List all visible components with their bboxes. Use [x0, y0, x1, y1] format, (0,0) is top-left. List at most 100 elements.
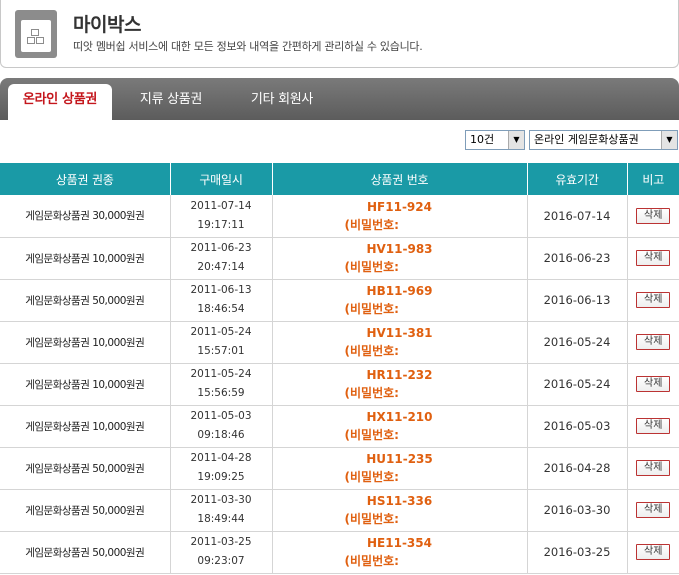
giftcard-password-label: (비밀번호:	[344, 344, 399, 358]
delete-button[interactable]: 삭제	[636, 460, 671, 476]
tab-bar: 온라인 상품권 지류 상품권 기타 회원사	[0, 78, 679, 120]
valid-until: 2016-03-25	[527, 531, 628, 574]
purchase-time: 20:47:14	[197, 261, 245, 273]
purchase-date: 2011-05-03	[190, 410, 252, 422]
giftcard-kind: 게임문화상품권 10,000원권	[0, 363, 171, 406]
page-size-value: 10건	[470, 133, 495, 146]
purchase-date: 2011-05-24	[190, 368, 252, 380]
giftcard-password-label: (비밀번호:	[344, 512, 399, 526]
purchase-date: 2011-06-13	[190, 284, 252, 296]
col-kind: 상품권 권종	[0, 163, 171, 195]
delete-button[interactable]: 삭제	[636, 292, 671, 308]
giftcard-code: HX11-210	[366, 410, 433, 424]
purchase-datetime: 2011-07-14 19:17:11	[170, 195, 273, 238]
giftcard-kind: 게임문화상품권 10,000원권	[0, 237, 171, 280]
giftcard-kind: 게임문화상품권 10,000원권	[0, 405, 171, 448]
giftcard-code: HV11-983	[366, 242, 433, 256]
giftcard-password-label: (비밀번호:	[344, 554, 399, 568]
purchase-time: 18:49:44	[197, 513, 245, 525]
purchase-date: 2011-04-28	[190, 452, 252, 464]
purchase-time: 19:09:25	[197, 471, 245, 483]
category-select[interactable]: 온라인 게임문화상품권 ▼	[529, 130, 678, 150]
tab-other-members[interactable]: 기타 회원사	[236, 88, 328, 120]
giftcard-kind: 게임문화상품권 50,000원권	[0, 489, 171, 532]
purchase-datetime: 2011-05-24 15:57:01	[170, 321, 273, 364]
col-purchase-date: 구매일시	[170, 163, 273, 195]
table-row: 게임문화상품권 50,000원권 2011-06-13 18:46:54 HB11-9…	[0, 279, 679, 322]
giftcard-kind: 게임문화상품권 50,000원권	[0, 447, 171, 490]
purchase-time: 09:18:46	[197, 429, 245, 441]
note-cell: 삭제	[627, 405, 679, 448]
table-header-row: 상품권 권종 구매일시 상품권 번호 유효기간 비고	[0, 163, 679, 195]
giftcard-password-label: (비밀번호:	[344, 217, 399, 232]
purchase-datetime: 2011-06-23 20:47:14	[170, 237, 273, 280]
delete-button[interactable]: 삭제	[636, 418, 671, 434]
giftcard-number: HV11-983 (비밀번호:	[272, 237, 528, 280]
giftcard-number: HV11-381 (비밀번호:	[272, 321, 528, 364]
giftcard-number: HR11-232 (비밀번호:	[272, 363, 528, 406]
purchase-datetime: 2011-06-13 18:46:54	[170, 279, 273, 322]
purchase-date: 2011-07-14	[190, 199, 252, 212]
giftcard-password-label: (비밀번호:	[344, 386, 399, 400]
note-cell: 삭제	[627, 321, 679, 364]
chevron-down-icon: ▼	[661, 131, 677, 149]
valid-until: 2016-07-14	[527, 195, 628, 238]
note-cell: 삭제	[627, 279, 679, 322]
giftcard-kind: 게임문화상품권 10,000원권	[0, 321, 171, 364]
giftcard-number: HF11-924 (비밀번호:	[272, 195, 528, 238]
purchase-datetime: 2011-03-25 09:23:07	[170, 531, 273, 574]
giftcard-code: HU11-235	[366, 452, 433, 466]
giftcard-code: HR11-232	[366, 368, 433, 382]
table-row: 게임문화상품권 10,000원권 2011-06-23 20:47:14 HV11-9…	[0, 237, 679, 280]
purchase-time: 18:46:54	[197, 303, 245, 315]
col-card-number: 상품권 번호	[272, 163, 528, 195]
table-row: 게임문화상품권 10,000원권 2011-05-24 15:57:01 HV11-3…	[0, 321, 679, 364]
note-cell: 삭제	[627, 195, 679, 238]
giftcard-number: HX11-210 (비밀번호:	[272, 405, 528, 448]
chevron-down-icon: ▼	[508, 131, 524, 149]
tab-paper-giftcard[interactable]: 지류 상품권	[124, 88, 218, 120]
giftcard-number: HU11-235 (비밀번호:	[272, 447, 528, 490]
table-row: 게임문화상품권 50,000원권 2011-03-25 09:23:07 HE11-3…	[0, 531, 679, 574]
valid-until: 2016-03-30	[527, 489, 628, 532]
giftcard-password-label: (비밀번호:	[344, 302, 399, 316]
delete-button[interactable]: 삭제	[636, 207, 671, 224]
purchase-datetime: 2011-04-28 19:09:25	[170, 447, 273, 490]
giftcard-kind: 게임문화상품권 30,000원권	[0, 195, 171, 238]
purchase-time: 15:56:59	[197, 387, 245, 399]
mybox-header: 마이박스 띠앗 멤버쉽 서비스에 대한 모든 정보와 내역을 간편하게 관리하실…	[0, 0, 679, 68]
purchase-time: 15:57:01	[197, 345, 245, 357]
valid-until: 2016-05-24	[527, 363, 628, 406]
delete-button[interactable]: 삭제	[636, 334, 671, 350]
delete-button[interactable]: 삭제	[636, 544, 671, 560]
delete-button[interactable]: 삭제	[636, 250, 671, 266]
table-row: 게임문화상품권 50,000원권 2011-03-30 18:49:44 HS11-3…	[0, 489, 679, 532]
table-row: 게임문화상품권 30,000원권 2011-07-14 19:17:11 HF11-9…	[0, 195, 679, 238]
purchase-time: 09:23:07	[197, 555, 245, 567]
note-cell: 삭제	[627, 447, 679, 490]
valid-until: 2016-05-24	[527, 321, 628, 364]
giftcard-code: HS11-336	[366, 494, 433, 508]
giftcard-password-label: (비밀번호:	[344, 428, 399, 442]
table-row: 게임문화상품권 50,000원권 2011-04-28 19:09:25 HU11-2…	[0, 447, 679, 490]
tab-online-giftcard[interactable]: 온라인 상품권	[8, 84, 112, 120]
purchase-datetime: 2011-03-30 18:49:44	[170, 489, 273, 532]
page-title: 마이박스	[73, 14, 141, 36]
note-cell: 삭제	[627, 489, 679, 532]
giftcard-number: HB11-969 (비밀번호:	[272, 279, 528, 322]
giftcard-kind: 게임문화상품권 50,000원권	[0, 279, 171, 322]
page-size-select[interactable]: 10건 ▼	[465, 130, 525, 150]
giftcard-password-label: (비밀번호:	[344, 260, 399, 274]
valid-until: 2016-05-03	[527, 405, 628, 448]
delete-button[interactable]: 삭제	[636, 376, 671, 392]
delete-button[interactable]: 삭제	[636, 502, 671, 518]
valid-until: 2016-06-23	[527, 237, 628, 280]
table-row: 게임문화상품권 10,000원권 2011-05-03 09:18:46 HX11-2…	[0, 405, 679, 448]
col-valid-until: 유효기간	[527, 163, 628, 195]
col-note: 비고	[627, 163, 679, 195]
note-cell: 삭제	[627, 363, 679, 406]
giftcard-kind: 게임문화상품권 50,000원권	[0, 531, 171, 574]
valid-until: 2016-04-28	[527, 447, 628, 490]
purchase-datetime: 2011-05-24 15:56:59	[170, 363, 273, 406]
purchase-date: 2011-03-25	[190, 536, 252, 548]
